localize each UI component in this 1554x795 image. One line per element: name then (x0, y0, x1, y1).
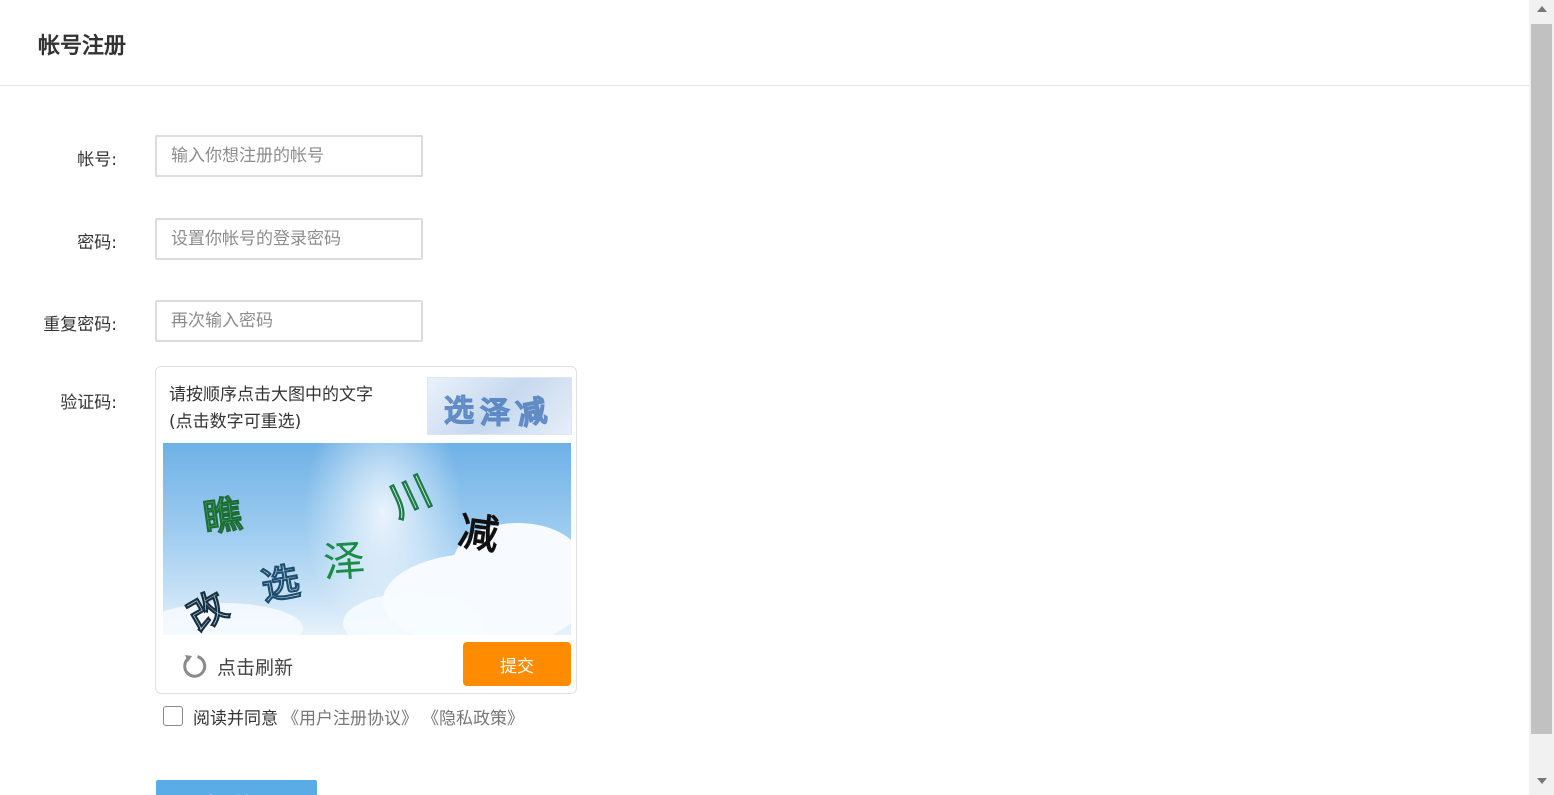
confirm-password-label: 重复密码: (43, 315, 117, 335)
refresh-label: 点击刷新 (217, 656, 294, 679)
vertical-scrollbar[interactable] (1529, 0, 1554, 795)
captcha-click-image[interactable]: 瞧 川 减 泽 选 改 (163, 443, 571, 635)
password-input[interactable] (155, 218, 423, 260)
refresh-icon (180, 652, 208, 680)
scroll-down-arrow-icon[interactable] (1537, 778, 1547, 784)
captcha-submit-button[interactable]: 提交 (463, 642, 571, 686)
scroll-up-arrow-icon[interactable] (1537, 6, 1547, 12)
registration-page: 帐号注册 帐号: 密码: 重复密码: 验证码: 请按顺序点击大图中的文字 (点击… (0, 0, 1529, 795)
captcha-target-char: 泽 (480, 396, 511, 432)
scroll-thumb[interactable] (1531, 24, 1552, 734)
captcha-char[interactable]: 泽 (321, 527, 367, 591)
agreement-row: 阅读并同意 《用户注册协议》 《隐私政策》 (163, 703, 524, 729)
captcha-target-image[interactable]: 选 泽 减 (427, 377, 572, 435)
captcha-target-char: 选 (444, 394, 475, 430)
agreement-text: 阅读并同意 (193, 708, 278, 729)
confirm-password-input[interactable] (155, 300, 423, 342)
captcha-refresh[interactable]: 点击刷新 (180, 649, 293, 683)
account-label: 帐号: (77, 150, 117, 170)
page-header: 帐号注册 (0, 0, 1529, 86)
register-button[interactable]: 立即注册 (156, 780, 317, 795)
user-agreement-link[interactable]: 《用户注册协议》 (282, 704, 418, 729)
captcha-widget: 请按顺序点击大图中的文字 (点击数字可重选) 选 泽 减 瞧 川 减 泽 选 改 (155, 366, 577, 694)
account-input[interactable] (155, 135, 423, 177)
captcha-instruction: 请按顺序点击大图中的文字 (点击数字可重选) (169, 382, 373, 436)
captcha-char[interactable]: 瞧 (199, 483, 245, 543)
captcha-label: 验证码: (60, 393, 117, 413)
captcha-instruction-line2: (点击数字可重选) (169, 412, 302, 432)
captcha-char[interactable]: 选 (257, 550, 304, 611)
page-title: 帐号注册 (38, 34, 127, 59)
privacy-policy-link[interactable]: 《隐私政策》 (422, 704, 524, 729)
captcha-instruction-line1: 请按顺序点击大图中的文字 (169, 385, 373, 405)
captcha-target-char: 减 (513, 393, 550, 434)
agreement-checkbox[interactable] (163, 706, 183, 726)
captcha-char[interactable]: 减 (455, 498, 503, 561)
password-label: 密码: (77, 233, 117, 253)
